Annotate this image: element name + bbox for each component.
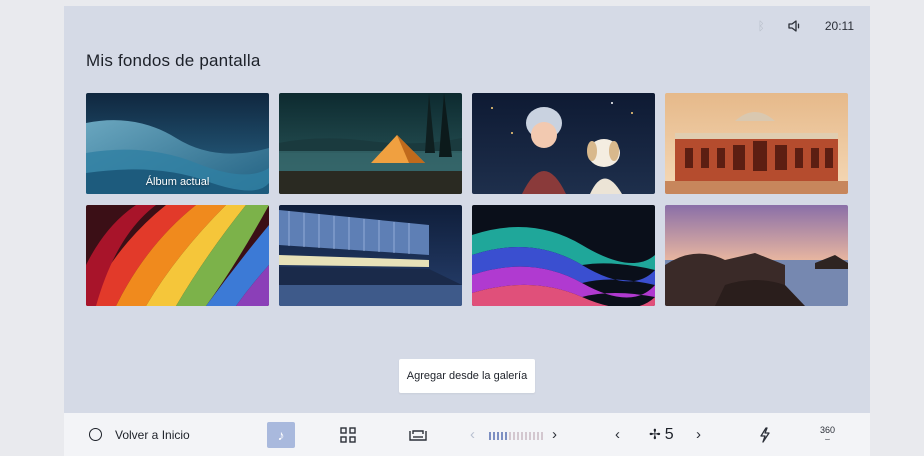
- home-label: Volver a Inicio: [115, 427, 190, 442]
- wallpaper-image: [665, 205, 848, 306]
- temperature-up-icon[interactable]: ›: [552, 413, 557, 456]
- wallpaper-image: [86, 205, 269, 306]
- temperature-slider[interactable]: [489, 432, 545, 440]
- temperature-down-icon[interactable]: ‹: [470, 413, 475, 456]
- wallpaper-tile-red-fort-palace[interactable]: [665, 93, 848, 194]
- music-note-icon[interactable]: ♪: [267, 422, 295, 448]
- fan-down-icon[interactable]: ‹: [615, 413, 620, 456]
- wallpaper-image: [472, 93, 655, 194]
- fan-speed: ✢ 5: [649, 413, 674, 456]
- wallpaper-image: [279, 205, 462, 306]
- add-from-gallery-button[interactable]: Agregar desde la galería: [399, 359, 535, 393]
- wallpaper-tile-modern-building[interactable]: [279, 205, 462, 306]
- wallpaper-tile-blue-dunes[interactable]: Álbum actual: [86, 93, 269, 194]
- wallpaper-screen: ᛒ 20:11 Mis fondos de pantalla Álbum act…: [64, 6, 870, 456]
- camera-360-icon[interactable]: 360 ⌣: [820, 413, 835, 456]
- bluetooth-icon: ᛒ: [757, 19, 765, 33]
- clock: 20:11: [824, 19, 854, 33]
- status-bar: ᛒ 20:11: [758, 14, 854, 38]
- fan-icon: ✢: [649, 426, 661, 442]
- wallpaper-tile-tent-by-lake[interactable]: [279, 93, 462, 194]
- fan-level: 5: [664, 425, 674, 443]
- home-circle-icon: [89, 428, 102, 441]
- back-to-home-button[interactable]: Volver a Inicio: [89, 413, 190, 456]
- wallpaper-grid: Álbum actual: [86, 93, 848, 306]
- wallpaper-tile-rocky-coast-sunset[interactable]: [665, 205, 848, 306]
- rotate-arc-icon: ⌣: [824, 433, 831, 444]
- apps-grid-icon[interactable]: [340, 413, 356, 456]
- wallpaper-tile-neon-waves[interactable]: [472, 205, 655, 306]
- fan-up-icon[interactable]: ›: [696, 413, 701, 456]
- page-title: Mis fondos de pantalla: [86, 51, 261, 70]
- speaker-icon: [787, 19, 803, 33]
- lightning-icon[interactable]: [758, 413, 772, 456]
- wallpaper-tile-child-and-dog[interactable]: [472, 93, 655, 194]
- car-seat-icon[interactable]: [408, 413, 428, 456]
- bottom-dock: Volver a Inicio ♪ ‹ › ‹ ✢ 5 › 360 ⌣: [64, 413, 870, 456]
- current-album-label: Álbum actual: [145, 176, 210, 188]
- wallpaper-image: [665, 93, 848, 194]
- wallpaper-tile-colorful-feathers[interactable]: [86, 205, 269, 306]
- wallpaper-image: [279, 93, 462, 194]
- wallpaper-image: [472, 205, 655, 306]
